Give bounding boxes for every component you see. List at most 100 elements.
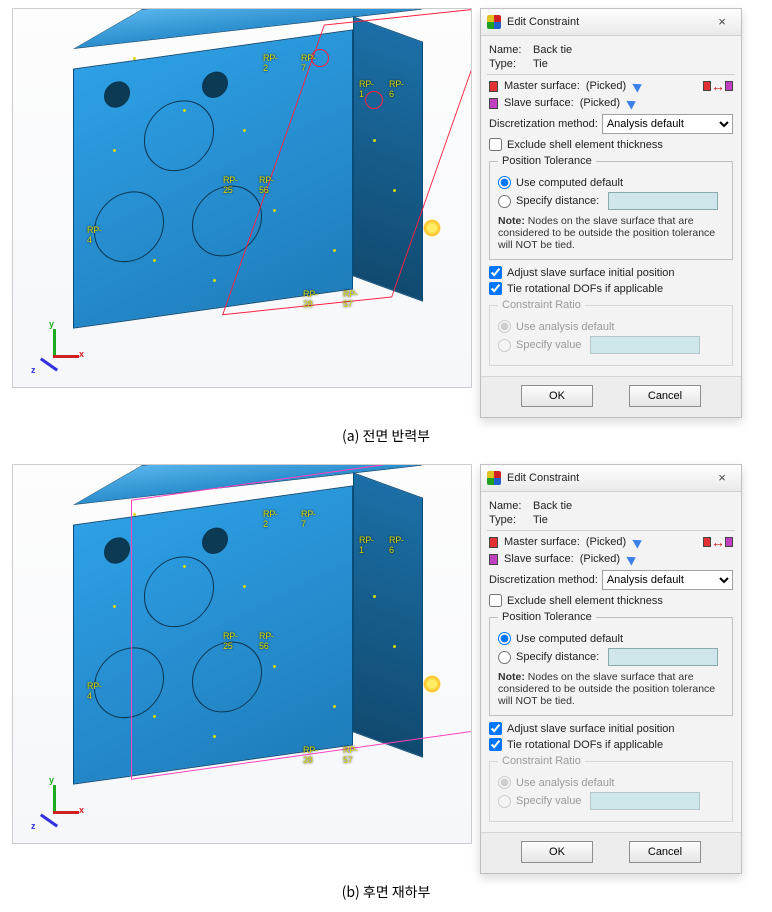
pick-master-icon[interactable] — [632, 79, 646, 93]
position-tolerance-legend: Position Tolerance — [498, 155, 596, 167]
panel-b-row: RP-2 RP-7 RP-1 RP-6 RP-25 RP-56 RP-4 RP-… — [0, 456, 772, 876]
type-value: Tie — [533, 58, 548, 70]
use-analysis-default-radio: Use analysis default — [498, 776, 724, 789]
adjust-slave-checkbox[interactable]: Adjust slave surface initial position — [489, 722, 733, 735]
face-front — [73, 485, 353, 784]
triad-x-label: x — [79, 349, 84, 359]
hole-small-right — [202, 526, 228, 556]
specify-value-radio: Specify value — [498, 792, 724, 810]
refpoint-rp56: RP-56 — [259, 175, 274, 195]
face-side — [353, 472, 423, 757]
view-triad: x y z — [25, 771, 85, 831]
refpoint-rp28: RP-28 — [303, 745, 318, 765]
pick-slave-icon[interactable] — [626, 552, 640, 566]
use-computed-radio[interactable]: Use computed default — [498, 632, 724, 645]
ok-button[interactable]: OK — [521, 385, 593, 407]
triad-y-label: y — [49, 775, 54, 785]
edit-constraint-dialog-b: Edit Constraint × Name: Back tie Type: T… — [480, 464, 742, 874]
master-picked: (Picked) — [586, 536, 626, 548]
constraint-ratio-group: Constraint Ratio Use analysis default Sp… — [489, 755, 733, 822]
app-icon — [487, 471, 501, 485]
refpoint-rp4: RP-4 — [87, 225, 102, 245]
name-value: Back tie — [533, 500, 572, 512]
hole-big-bl — [94, 643, 164, 723]
dialog-title: Edit Constraint — [507, 16, 579, 28]
triad-z-label: z — [31, 365, 36, 375]
use-analysis-default-radio: Use analysis default — [498, 320, 724, 333]
refpoint-rp1: RP-1 — [359, 535, 374, 555]
slave-picked: (Picked) — [580, 97, 620, 109]
refpoint-rp6: RP-6 — [389, 535, 404, 555]
use-computed-radio[interactable]: Use computed default — [498, 176, 724, 189]
view-triad: x y z — [25, 315, 85, 375]
refpoint-rp57: RP-57 — [343, 745, 358, 765]
type-label: Type: — [489, 58, 527, 70]
refpoint-rp6: RP-6 — [389, 79, 404, 99]
slave-surface-label: Slave surface: — [504, 97, 574, 109]
master-surface-label: Master surface: — [504, 536, 580, 548]
tie-rot-checkbox[interactable]: Tie rotational DOFs if applicable — [489, 282, 733, 295]
discretization-select[interactable]: Analysis default — [602, 114, 733, 134]
constraint-ratio-legend: Constraint Ratio — [498, 299, 585, 311]
exclude-shell-checkbox[interactable]: Exclude shell element thickness — [489, 594, 733, 607]
master-picked: (Picked) — [586, 80, 626, 92]
specify-distance-radio[interactable]: Specify distance: — [498, 648, 724, 666]
specify-distance-radio[interactable]: Specify distance: — [498, 192, 724, 210]
caption-b: (b) 후면 재하부 — [0, 876, 772, 912]
dialog-title: Edit Constraint — [507, 472, 579, 484]
note-text: Note: Nodes on the slave surface that ar… — [498, 215, 724, 251]
specify-distance-input[interactable] — [608, 192, 718, 210]
dialog-titlebar[interactable]: Edit Constraint × — [481, 465, 741, 492]
refpoint-rp2: RP-2 — [263, 509, 278, 529]
hole-small-right — [202, 70, 228, 100]
swap-surfaces-button[interactable]: ↔ — [703, 535, 733, 549]
viewport-b[interactable]: RP-2 RP-7 RP-1 RP-6 RP-25 RP-56 RP-4 RP-… — [12, 464, 472, 844]
hole-big-bl — [94, 187, 164, 267]
dialog-titlebar[interactable]: Edit Constraint × — [481, 9, 741, 36]
master-swatch-icon — [489, 537, 498, 548]
discretization-label: Discretization method: — [489, 118, 598, 130]
panel-a-row: RP-2 RP-7 RP-1 RP-6 RP-25 RP-56 RP-4 RP-… — [0, 0, 772, 420]
adjust-slave-checkbox[interactable]: Adjust slave surface initial position — [489, 266, 733, 279]
tie-rot-checkbox[interactable]: Tie rotational DOFs if applicable — [489, 738, 733, 751]
discretization-label: Discretization method: — [489, 574, 598, 586]
refpoint-rp1: RP-1 — [359, 79, 374, 99]
type-value: Tie — [533, 514, 548, 526]
refpoint-rp57: RP-57 — [343, 289, 358, 309]
datum-marker-right — [423, 675, 441, 693]
cancel-button[interactable]: Cancel — [629, 385, 701, 407]
master-swatch-icon — [489, 81, 498, 92]
specify-value-input — [590, 792, 700, 810]
edit-constraint-dialog-a: Edit Constraint × Name: Back tie Type: T… — [480, 8, 742, 418]
refpoint-rp28: RP-28 — [303, 289, 318, 309]
specify-value-input — [590, 336, 700, 354]
swap-arrow-icon: ↔ — [711, 535, 725, 549]
pick-slave-icon[interactable] — [626, 96, 640, 110]
refpoint-rp56: RP-56 — [259, 631, 274, 651]
triad-x-label: x — [79, 805, 84, 815]
specify-distance-input[interactable] — [608, 648, 718, 666]
refpoint-rp7: RP-7 — [301, 509, 316, 529]
triad-y-label: y — [49, 319, 54, 329]
slave-picked: (Picked) — [580, 553, 620, 565]
viewport-a[interactable]: RP-2 RP-7 RP-1 RP-6 RP-25 RP-56 RP-4 RP-… — [12, 8, 472, 388]
slave-swatch-icon — [489, 98, 498, 109]
pick-master-icon[interactable] — [632, 535, 646, 549]
name-value: Back tie — [533, 44, 572, 56]
face-front — [73, 29, 353, 328]
refpoint-rp7: RP-7 — [301, 53, 316, 73]
exclude-shell-checkbox[interactable]: Exclude shell element thickness — [489, 138, 733, 151]
cancel-button[interactable]: Cancel — [629, 841, 701, 863]
close-icon[interactable]: × — [709, 13, 735, 31]
ok-button[interactable]: OK — [521, 841, 593, 863]
master-surface-label: Master surface: — [504, 80, 580, 92]
close-icon[interactable]: × — [709, 469, 735, 487]
discretization-select[interactable]: Analysis default — [602, 570, 733, 590]
note-text: Note: Nodes on the slave surface that ar… — [498, 671, 724, 707]
hole-small-left — [104, 80, 130, 110]
slave-swatch-icon — [489, 554, 498, 565]
constraint-ratio-legend: Constraint Ratio — [498, 755, 585, 767]
position-tolerance-legend: Position Tolerance — [498, 611, 596, 623]
swap-surfaces-button[interactable]: ↔ — [703, 79, 733, 93]
datum-marker-right — [423, 219, 441, 237]
